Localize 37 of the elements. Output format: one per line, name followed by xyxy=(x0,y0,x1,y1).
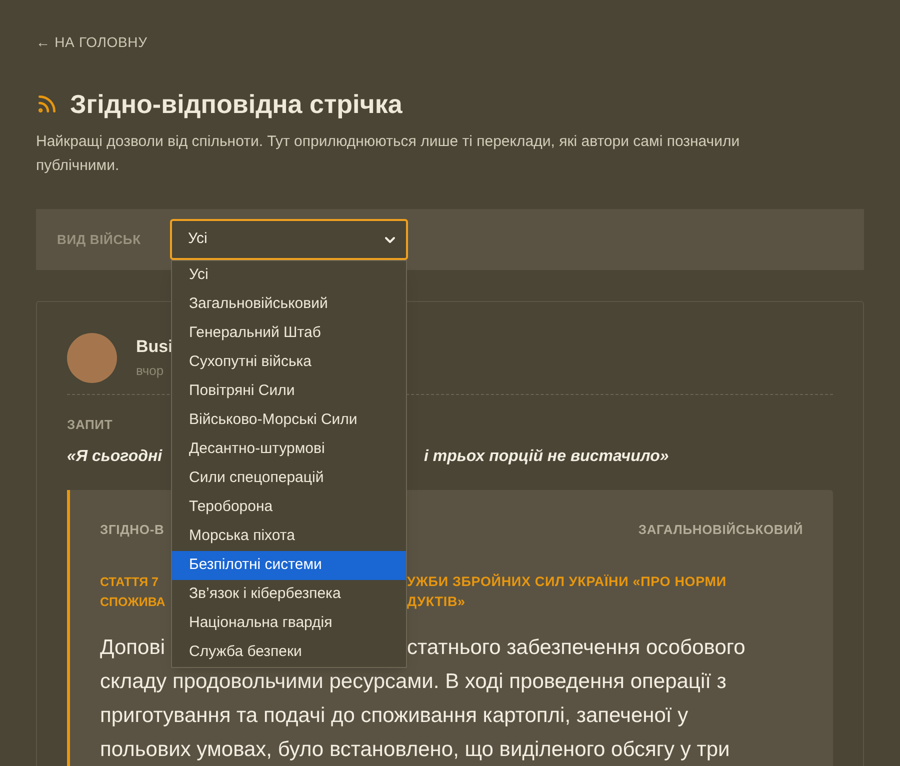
post-time: вчор xyxy=(136,362,165,380)
article-title: СТАТТЯ 7 xyxy=(100,574,160,591)
filter-label: ВИД ВІЙСЬК xyxy=(57,230,142,249)
rss-icon xyxy=(36,93,58,115)
request-text: і трьох порцій не вистачило» xyxy=(424,446,669,466)
select-field[interactable]: Усі xyxy=(170,219,408,260)
dropdown-option[interactable]: Тероборона xyxy=(172,493,406,522)
dropdown-option[interactable]: Морська піхота xyxy=(172,522,406,551)
dropdown-option[interactable]: Безпілотні системи xyxy=(172,551,406,580)
request-label: ЗАПИТ xyxy=(67,416,113,434)
article-title: УЖБИ ЗБРОЙНИХ СИЛ УКРАЇНИ «ПРО НОРМИ xyxy=(407,572,726,591)
request-text: «Я сьогодні xyxy=(67,446,164,466)
avatar-photo xyxy=(67,333,117,383)
answer-label: ЗГІДНО-В xyxy=(100,520,164,539)
dropdown-option[interactable]: Усі xyxy=(172,261,406,290)
dropdown-option[interactable]: Служба безпеки xyxy=(172,638,406,667)
body-text-line: статнього забезпечення особового xyxy=(407,635,746,661)
dropdown-option[interactable]: Військово-Морські Сили xyxy=(172,406,406,435)
body-text-line: польових умовах, було встановлено, що виділеного обсягу у три xyxy=(100,737,731,763)
body-text-line: Допові xyxy=(100,635,166,661)
dropdown-option[interactable]: Сили спецоперацій xyxy=(172,464,406,493)
branch-label: ЗАГАЛЬНОВІЙСЬКОВИЙ xyxy=(638,520,803,538)
dropdown-option[interactable]: Загальновійськовий xyxy=(172,290,406,319)
article-title: СПОЖИВА xyxy=(100,594,166,611)
back-link[interactable]: ← НА ГОЛОВНУ xyxy=(36,33,864,51)
dropdown-option[interactable]: Генеральний Штаб xyxy=(172,319,406,348)
dropdown-option[interactable]: Зв’язок і кібербезпека xyxy=(172,580,406,609)
body-text-line: складу продовольчими ресурсами. В ході проведення операції з xyxy=(100,669,728,695)
author-name: Busi xyxy=(136,336,173,358)
dropdown-option[interactable]: Сухопутні війська xyxy=(172,348,406,377)
dropdown-option[interactable]: Десантно-штурмові xyxy=(172,435,406,464)
page-title: Згідно-відповідна стрічка xyxy=(70,88,402,121)
article-title: ДУКТІВ» xyxy=(407,593,466,611)
body-text-line: приготування та подачі до споживання картоплі, запеченої у xyxy=(100,703,690,729)
dropdown-option[interactable]: Національна гвардія xyxy=(172,609,406,638)
dropdown-option[interactable]: Повітряні Сили xyxy=(172,377,406,406)
page-description: Найкращі дозволи від спільноти. Тут оприлюднюються лише ті переклади, які автори самі позначили публічними. xyxy=(36,132,741,176)
